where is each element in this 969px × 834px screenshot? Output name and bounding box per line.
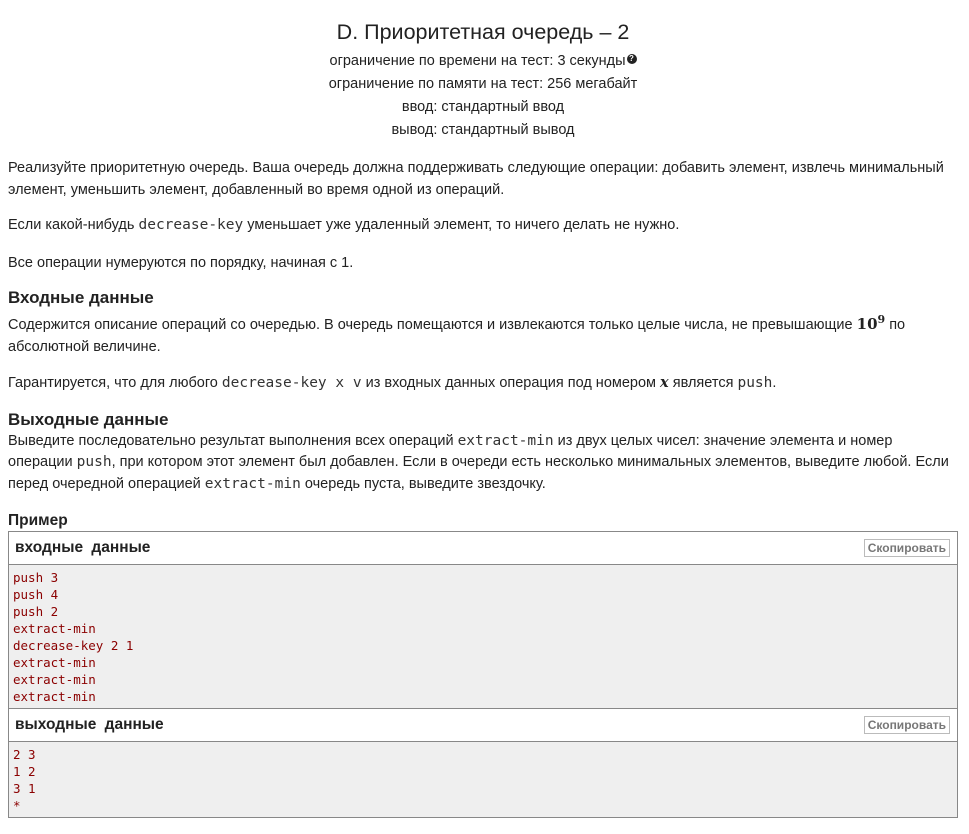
text-fragment: Если какой-нибудь — [8, 217, 139, 233]
output-heading: Выходные данные — [8, 409, 169, 429]
text-fragment: уменьшает уже удаленный элемент, то ниче… — [243, 217, 680, 233]
limits-block: ограничение по времени на тест: 3 секунд… — [8, 50, 958, 142]
output-source: вывод: стандартный вывод — [391, 122, 575, 138]
code-push: push — [737, 375, 773, 391]
sample-tests: Пример входные данные Скопировать push 3… — [8, 511, 958, 818]
problem-title: D. Приоритетная очередь – 2 — [336, 20, 630, 44]
time-limit: ограничение по времени на тест: 3 секунд… — [8, 50, 958, 73]
sample-input-box: входные данные Скопировать push 3 push 4… — [8, 531, 958, 709]
sample-output-header: выходные данные Скопировать — [9, 709, 957, 742]
sample-input-header: входные данные Скопировать — [9, 532, 957, 565]
input-paragraph-2: Гарантируется, что для любого decrease-k… — [8, 372, 958, 395]
code-decrease-key: decrease-key — [138, 217, 244, 233]
code-decrease-key-x-v: decrease-key x v — [221, 375, 362, 391]
output-specification: Выходные данные Выведите последовательно… — [8, 409, 958, 496]
text-fragment: очередь пуста, выведите звездочку. — [300, 475, 546, 492]
math-variable-x: x — [660, 374, 669, 391]
sample-input-label: входные данные — [15, 539, 151, 556]
sample-output-content: 2 3 1 2 3 1 * — [9, 742, 957, 817]
legend-paragraph-2: Если какой-нибудь decrease-key уменьшает… — [8, 215, 958, 237]
input-heading: Входные данные — [8, 288, 154, 307]
sample-output-box: выходные данные Скопировать 2 3 1 2 3 1 … — [8, 709, 958, 818]
text-fragment: Содержится описание операций со очередью… — [8, 317, 857, 333]
text-fragment: из входных данных операция под номером — [361, 375, 661, 391]
code-extract-min: extract-min — [457, 432, 554, 449]
text-fragment: . — [772, 375, 777, 391]
output-paragraph: Выведите последовательно результат выпол… — [8, 431, 958, 496]
text-fragment: Выведите последовательно результат выпол… — [8, 432, 458, 449]
memory-limit: ограничение по памяти на тест: 256 мегаб… — [328, 76, 638, 92]
time-limit-text: ограничение по времени на тест: 3 секунд… — [329, 53, 626, 69]
input-source: ввод: стандартный ввод — [401, 99, 565, 115]
problem-statement: D. Приоритетная очередь – 2 ограничение … — [8, 0, 958, 818]
math-power: 109 — [856, 313, 886, 333]
text-fragment: Гарантируется, что для любого — [8, 375, 222, 391]
legend-paragraph-3: Все операции нумеруются по порядку, начи… — [8, 254, 354, 271]
code-push: push — [76, 454, 112, 470]
sample-output-label: выходные данные — [15, 716, 164, 733]
copy-input-button[interactable]: Скопировать — [863, 539, 950, 557]
sample-input-content: push 3 push 4 push 2 extract-min decreas… — [9, 565, 957, 708]
help-icon[interactable]: ? — [626, 54, 637, 64]
copy-output-button[interactable]: Скопировать — [863, 716, 950, 734]
math-base: 10 — [856, 315, 878, 333]
input-paragraph-1: Содержится описание операций со очередью… — [8, 309, 958, 358]
input-specification: Входные данные Содержится описание опера… — [8, 287, 958, 395]
text-fragment: является — [668, 375, 738, 391]
legend: Реализуйте приоритетную очередь. Ваша оч… — [8, 158, 958, 274]
problem-header: D. Приоритетная очередь – 2 ограничение … — [8, 19, 958, 142]
sample-title: Пример — [8, 512, 68, 529]
code-extract-min: extract-min — [204, 475, 301, 492]
legend-paragraph-1: Реализуйте приоритетную очередь. Ваша оч… — [8, 160, 944, 198]
